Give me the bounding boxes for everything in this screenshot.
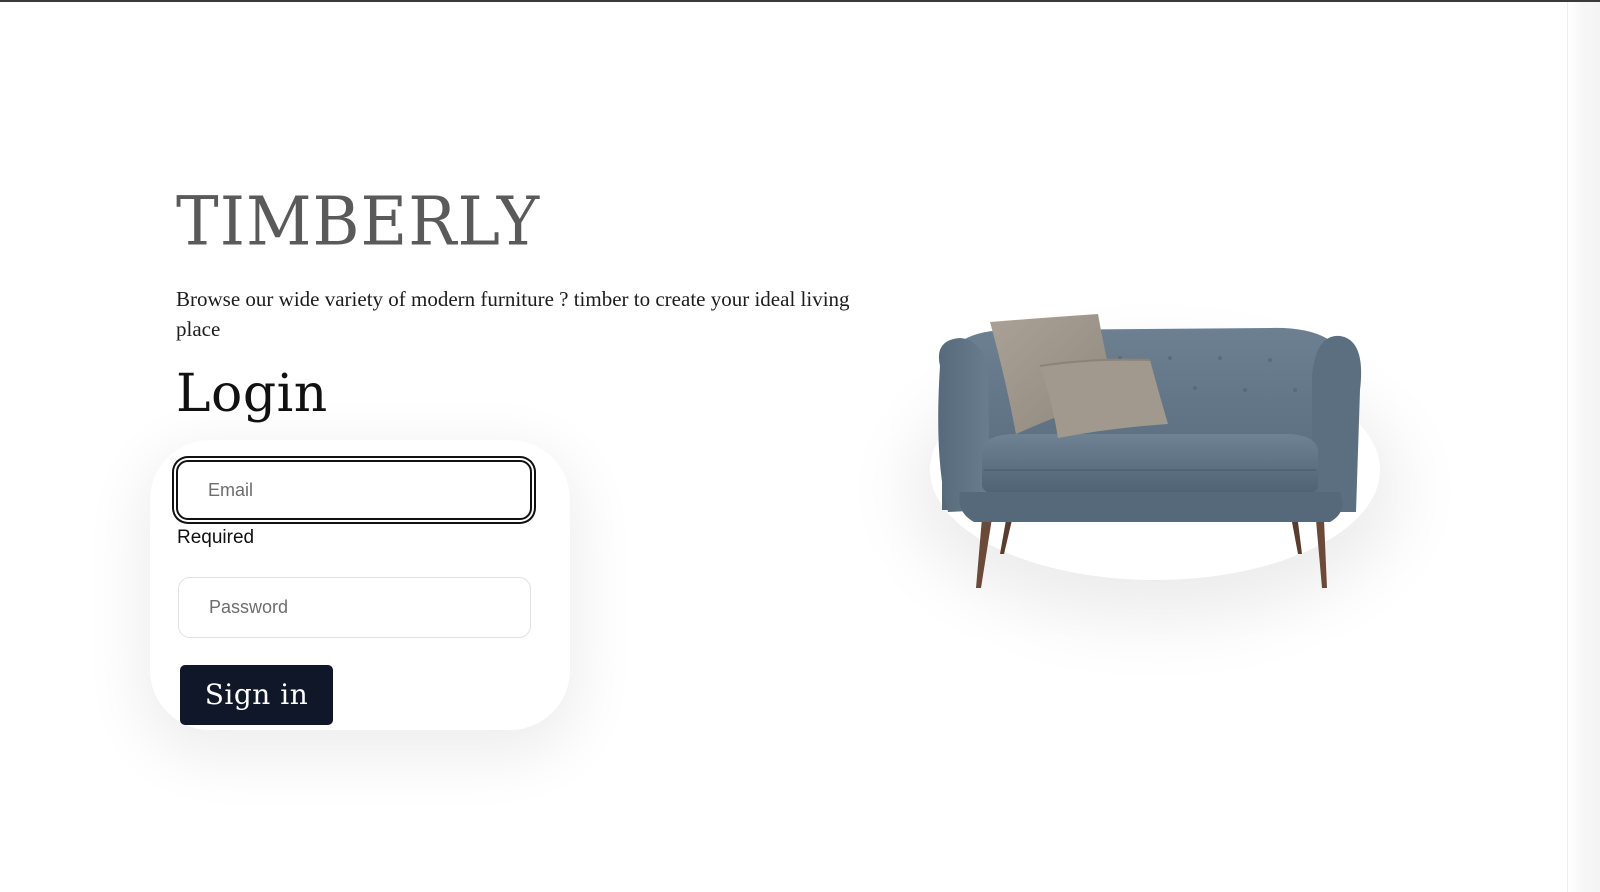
brand-tagline: Browse our wide variety of modern furnit… [176, 287, 850, 341]
password-input[interactable] [178, 577, 531, 638]
login-heading: Login [176, 364, 328, 424]
email-input[interactable] [176, 460, 532, 520]
email-required-message: Required [177, 527, 255, 548]
window-scroll-edge [1567, 2, 1600, 892]
hero-sofa-image [920, 300, 1390, 600]
brand-logo-text: TIMBERLY [176, 183, 541, 262]
sign-in-button[interactable]: Sign in [180, 665, 333, 725]
sofa-icon [938, 314, 1362, 588]
top-border [0, 0, 1600, 2]
